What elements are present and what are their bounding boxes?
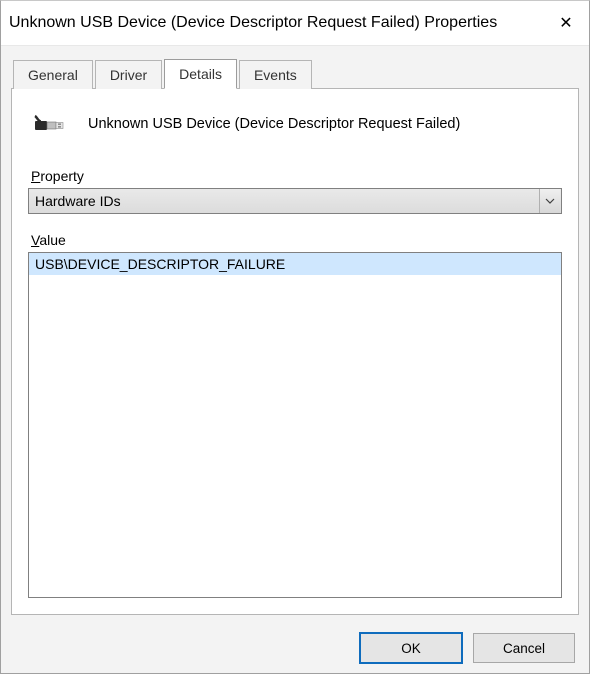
property-dropdown[interactable]: Hardware IDs bbox=[28, 188, 562, 214]
tabstrip: General Driver Details Events bbox=[1, 46, 589, 88]
properties-dialog: Unknown USB Device (Device Descriptor Re… bbox=[0, 0, 590, 674]
property-label: Property bbox=[31, 168, 562, 184]
tab-panel-details: Unknown USB Device (Device Descriptor Re… bbox=[11, 88, 579, 615]
tab-general[interactable]: General bbox=[13, 60, 93, 89]
chevron-down-icon bbox=[545, 196, 555, 206]
device-name: Unknown USB Device (Device Descriptor Re… bbox=[88, 116, 460, 132]
value-item[interactable]: USB\DEVICE_DESCRIPTOR_FAILURE bbox=[29, 253, 561, 275]
close-icon: ✕ bbox=[559, 13, 572, 33]
property-dropdown-value: Hardware IDs bbox=[35, 193, 539, 209]
property-dropdown-button[interactable] bbox=[539, 189, 560, 213]
value-listbox[interactable]: USB\DEVICE_DESCRIPTOR_FAILURE bbox=[28, 252, 562, 598]
button-bar: OK Cancel bbox=[1, 623, 589, 673]
client-area: General Driver Details Events bbox=[1, 46, 589, 673]
usb-plug-icon bbox=[32, 107, 72, 140]
device-header: Unknown USB Device (Device Descriptor Re… bbox=[28, 107, 562, 140]
tab-events[interactable]: Events bbox=[239, 60, 312, 89]
ok-button[interactable]: OK bbox=[359, 632, 463, 664]
cancel-button[interactable]: Cancel bbox=[473, 633, 575, 663]
tab-details[interactable]: Details bbox=[164, 59, 237, 89]
tab-driver[interactable]: Driver bbox=[95, 60, 162, 89]
window-title: Unknown USB Device (Device Descriptor Re… bbox=[9, 14, 543, 32]
close-button[interactable]: ✕ bbox=[543, 1, 589, 45]
value-label: Value bbox=[31, 232, 562, 248]
titlebar: Unknown USB Device (Device Descriptor Re… bbox=[1, 1, 589, 46]
